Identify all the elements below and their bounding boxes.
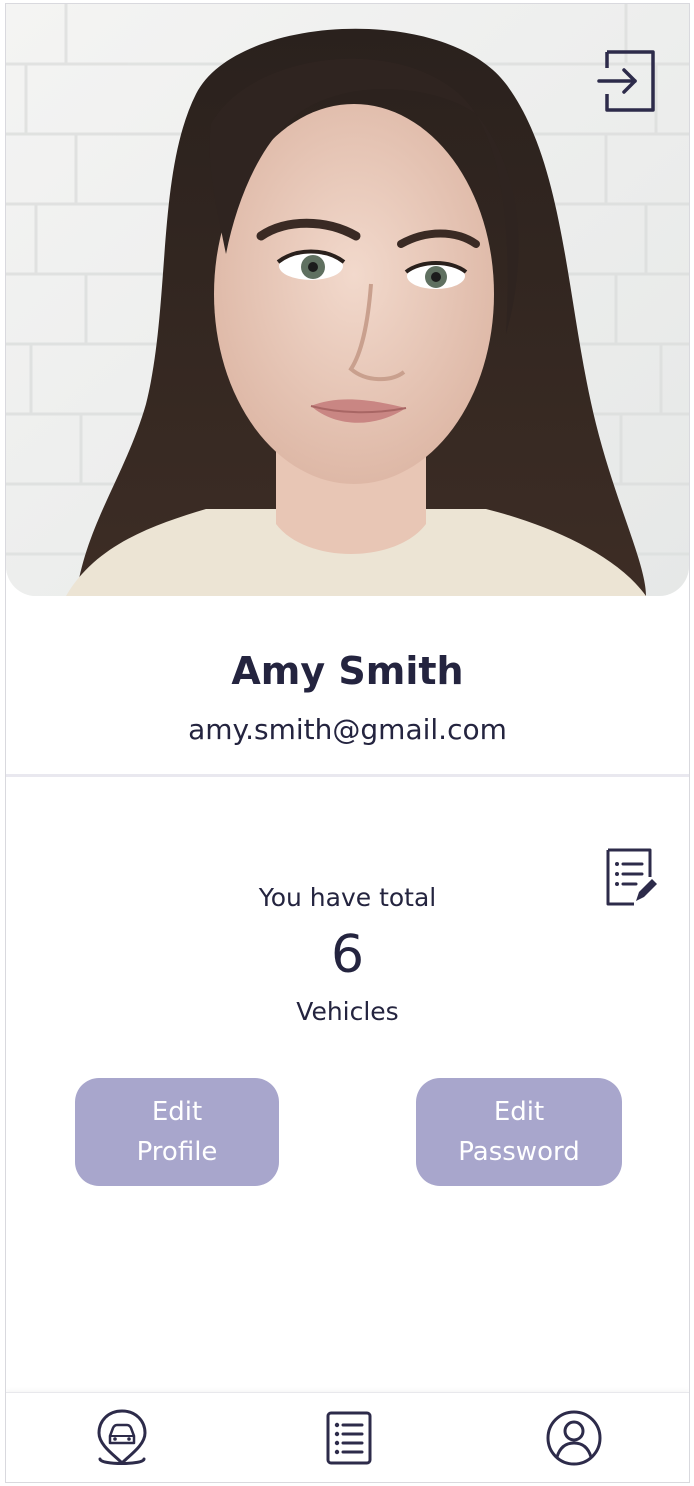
edit-password-label-line2: Password bbox=[458, 1137, 580, 1167]
profile-info: Amy Smith amy.smith@gmail.com bbox=[6, 642, 689, 750]
vehicle-summary: You have total 6 Vehicles bbox=[6, 880, 689, 1030]
logout-icon bbox=[597, 50, 655, 112]
summary-pre-text: You have total bbox=[258, 883, 437, 912]
edit-password-button[interactable]: Edit Password bbox=[416, 1078, 622, 1186]
logout-button[interactable] bbox=[597, 46, 661, 116]
edit-profile-label-line1: Edit bbox=[151, 1097, 203, 1127]
summary-post-text: Vehicles bbox=[296, 997, 399, 1026]
list-icon bbox=[326, 1411, 372, 1465]
section-divider bbox=[6, 774, 689, 777]
car-location-icon bbox=[97, 1409, 147, 1466]
vehicle-count: 6 bbox=[330, 925, 365, 985]
edit-password-label-line1: Edit bbox=[493, 1097, 545, 1127]
bottom-nav bbox=[6, 1392, 689, 1482]
user-name: Amy Smith bbox=[231, 649, 464, 693]
profile-screen: Amy Smith amy.smith@gmail.com You have t… bbox=[5, 3, 690, 1483]
profile-photo bbox=[6, 4, 689, 596]
edit-profile-button[interactable]: Edit Profile bbox=[75, 1078, 279, 1186]
nav-item-map[interactable] bbox=[92, 1407, 152, 1469]
edit-profile-label-line2: Profile bbox=[136, 1137, 218, 1167]
nav-item-list[interactable] bbox=[319, 1407, 379, 1469]
nav-item-profile[interactable] bbox=[544, 1407, 604, 1469]
user-email: amy.smith@gmail.com bbox=[188, 713, 507, 746]
user-icon bbox=[546, 1410, 602, 1466]
